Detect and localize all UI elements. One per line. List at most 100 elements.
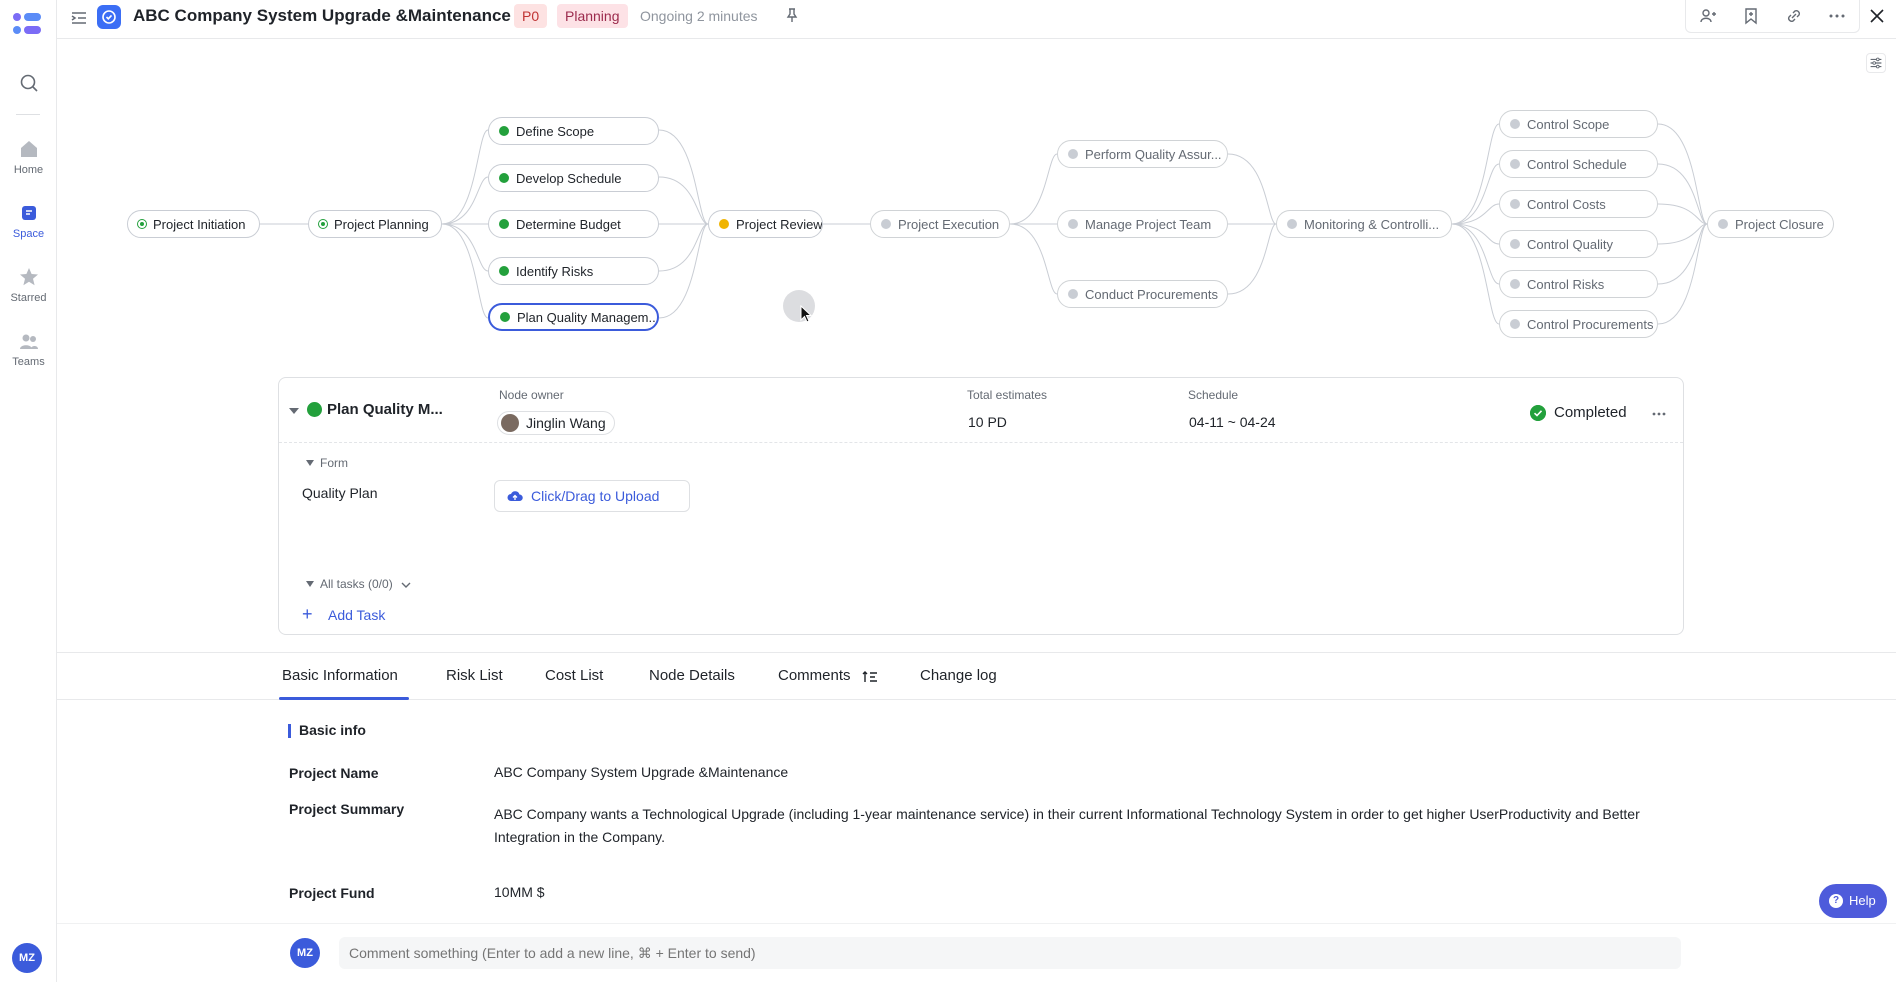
nav-teams[interactable]: Teams: [0, 330, 57, 368]
collapse-caret-icon[interactable]: [289, 408, 299, 414]
node-label: Define Scope: [516, 123, 595, 139]
cloud-upload-icon: [507, 491, 523, 501]
left-rail: Home Space Starred Teams MZ: [0, 0, 57, 982]
flow-node-identify-risks[interactable]: Identify Risks: [488, 257, 659, 285]
status-dot: [719, 219, 729, 229]
more-icon[interactable]: [1651, 406, 1667, 422]
node-label: Determine Budget: [516, 216, 621, 232]
priority-badge[interactable]: P0: [514, 4, 548, 28]
help-button[interactable]: ? Help: [1819, 884, 1887, 918]
flow-node-project-closure[interactable]: Project Closure: [1707, 210, 1834, 238]
node-detail-header: Plan Quality M... Node owner Jinglin Wan…: [279, 378, 1683, 443]
schedule-value[interactable]: 04-11 ~ 04-24: [1189, 414, 1276, 430]
tab-basic-information[interactable]: Basic Information: [282, 667, 398, 684]
tab-cost-list[interactable]: Cost List: [545, 667, 603, 684]
status-dot: [500, 312, 510, 322]
node-label: Develop Schedule: [516, 170, 622, 186]
tab-risk-list[interactable]: Risk List: [446, 667, 503, 684]
all-tasks-toggle[interactable]: All tasks (0/0): [304, 577, 412, 591]
upload-button[interactable]: Click/Drag to Upload: [494, 480, 690, 512]
close-icon[interactable]: [1868, 7, 1886, 25]
home-icon: [20, 141, 37, 157]
estimates-value[interactable]: 10 PD: [968, 414, 1007, 430]
flow-node-conduct-procurements[interactable]: Conduct Procurements: [1057, 280, 1228, 308]
stage-badge[interactable]: Planning: [557, 4, 628, 28]
rail-divider: [16, 114, 40, 115]
node-label: Perform Quality Assur...: [1085, 146, 1222, 162]
teams-icon: [19, 334, 38, 349]
status-dot: [1510, 239, 1520, 249]
flow-node-control-quality[interactable]: Control Quality: [1499, 230, 1658, 258]
space-icon: [21, 206, 36, 220]
status-dot: [1068, 149, 1078, 159]
flow-node-develop-schedule[interactable]: Develop Schedule: [488, 164, 659, 192]
project-name-label: Project Name: [289, 765, 379, 781]
field-label: Quality Plan: [302, 485, 378, 501]
comment-bar: MZ: [57, 923, 1896, 982]
workflow-diagram: Project Initiation Project Planning Defi…: [57, 40, 1896, 370]
status-dot: [499, 173, 509, 183]
page-title: ABC Company System Upgrade &Maintenance: [133, 6, 511, 25]
flow-node-project-review[interactable]: Project Review: [708, 210, 823, 238]
tab-comments[interactable]: Comments: [778, 667, 851, 684]
flow-node-perform-quality-assurance[interactable]: Perform Quality Assur...: [1057, 140, 1228, 168]
estimates-label: Total estimates: [967, 388, 1048, 402]
status-dot: [1068, 289, 1078, 299]
nav-starred-label: Starred: [10, 292, 47, 304]
flow-node-control-costs[interactable]: Control Costs: [1499, 190, 1658, 218]
active-tab-indicator: [279, 697, 409, 700]
add-task-button[interactable]: Add Task: [302, 604, 385, 625]
flow-node-plan-quality-management[interactable]: Plan Quality Managem...: [488, 303, 659, 331]
search-button[interactable]: [0, 72, 57, 98]
sort-icon[interactable]: [862, 669, 878, 685]
status-dot: [1287, 219, 1297, 229]
nav-space[interactable]: Space: [0, 202, 57, 240]
owner-chip[interactable]: Jinglin Wang: [497, 411, 615, 435]
node-label: Manage Project Team: [1085, 216, 1212, 232]
section-accent: [288, 724, 291, 738]
flow-node-control-schedule[interactable]: Control Schedule: [1499, 150, 1658, 178]
flow-node-monitoring-controlling[interactable]: Monitoring & Controlli...: [1276, 210, 1452, 238]
app-logo-icon[interactable]: [12, 10, 44, 38]
tab-change-log[interactable]: Change log: [920, 667, 997, 684]
form-section-toggle[interactable]: Form: [304, 456, 348, 470]
node-label: Conduct Procurements: [1085, 286, 1218, 302]
nav-starred[interactable]: Starred: [0, 266, 57, 304]
status-dot: [1718, 219, 1728, 229]
project-name-value[interactable]: ABC Company System Upgrade &Maintenance: [494, 761, 788, 784]
nav-home-label: Home: [13, 164, 44, 176]
comment-input[interactable]: [339, 937, 1681, 969]
bookmark-icon[interactable]: [1742, 7, 1760, 25]
node-label: Monitoring & Controlli...: [1304, 216, 1440, 232]
flow-node-project-execution[interactable]: Project Execution: [870, 210, 1010, 238]
project-fund-value[interactable]: 10MM $: [494, 881, 545, 904]
status-dot: [881, 219, 891, 229]
node-label: Identify Risks: [516, 263, 594, 279]
project-fund-label: Project Fund: [289, 885, 375, 901]
link-icon[interactable]: [1785, 7, 1803, 25]
node-label: Project Review: [736, 216, 823, 232]
flow-node-control-scope[interactable]: Control Scope: [1499, 110, 1658, 138]
flow-node-control-risks[interactable]: Control Risks: [1499, 270, 1658, 298]
node-label: Control Risks: [1527, 276, 1605, 292]
project-summary-value[interactable]: ABC Company wants a Technological Upgrad…: [494, 803, 1684, 849]
flow-node-define-scope[interactable]: Define Scope: [488, 117, 659, 145]
completion-status[interactable]: Completed: [1530, 404, 1627, 421]
nav-teams-label: Teams: [12, 356, 45, 368]
flow-node-project-planning[interactable]: Project Planning: [308, 210, 442, 238]
members-icon[interactable]: [1699, 7, 1717, 25]
more-icon[interactable]: [1828, 7, 1846, 25]
flow-node-control-procurements[interactable]: Control Procurements: [1499, 310, 1658, 338]
sidebar-toggle-icon[interactable]: [70, 9, 88, 27]
mouse-cursor-icon: [800, 305, 813, 323]
tab-node-details[interactable]: Node Details: [649, 667, 735, 684]
pin-icon[interactable]: [784, 7, 800, 23]
node-label: Control Costs: [1527, 196, 1606, 212]
flow-node-manage-project-team[interactable]: Manage Project Team: [1057, 210, 1228, 238]
flow-node-determine-budget[interactable]: Determine Budget: [488, 210, 659, 238]
search-icon: [20, 74, 38, 92]
upload-label: Click/Drag to Upload: [531, 488, 660, 504]
flow-node-project-initiation[interactable]: Project Initiation: [127, 210, 260, 238]
user-avatar[interactable]: MZ: [12, 943, 42, 973]
nav-home[interactable]: Home: [0, 138, 57, 176]
